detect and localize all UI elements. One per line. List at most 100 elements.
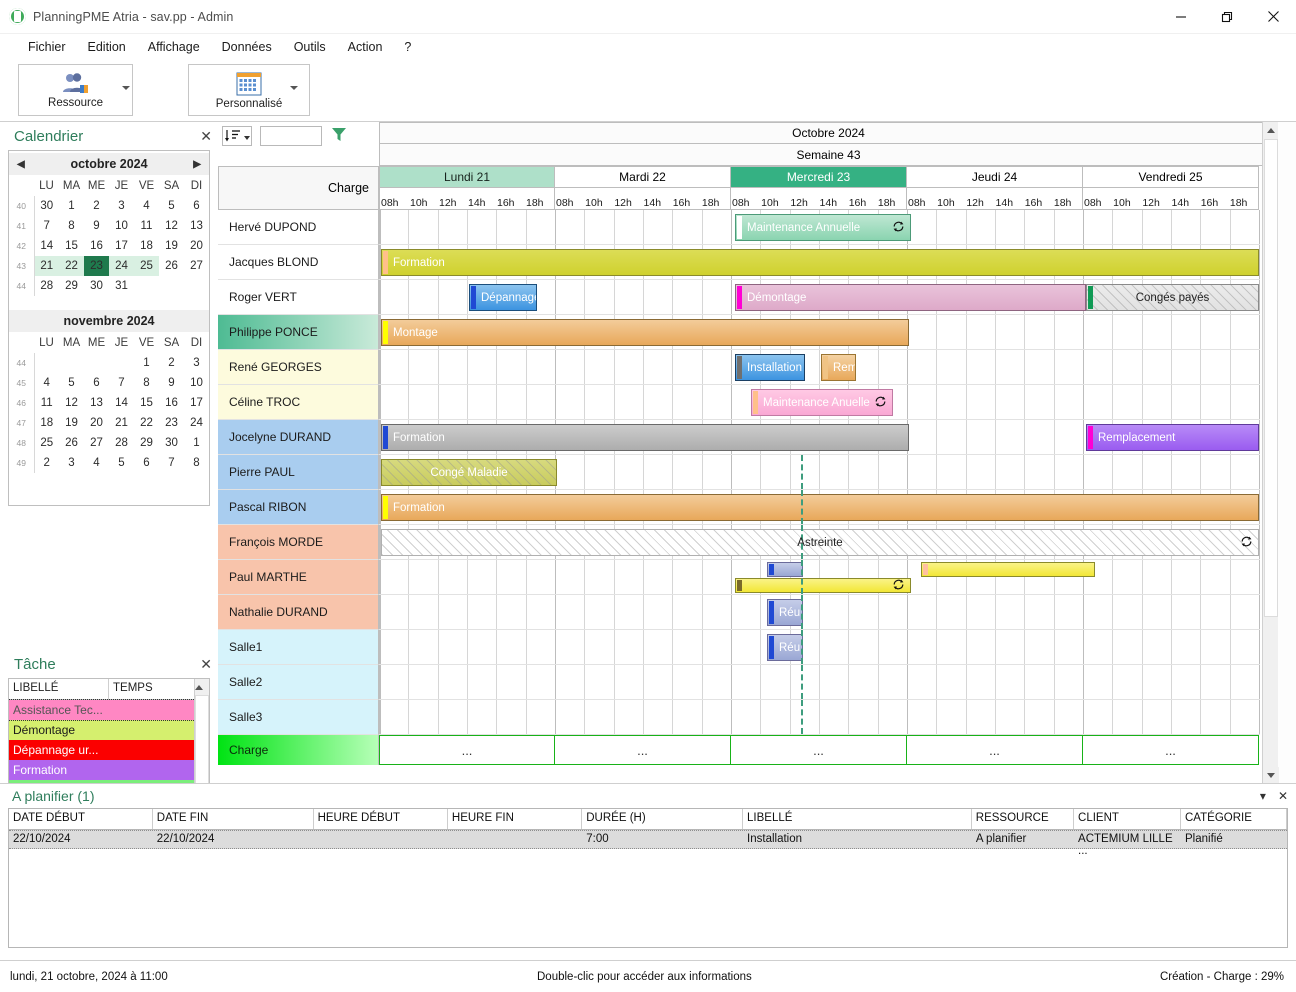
calendar-next-month-icon[interactable]: ▶ bbox=[193, 159, 201, 170]
gantt-scroll-thumb[interactable] bbox=[1264, 139, 1278, 617]
gantt-charge-cell[interactable]: ... bbox=[1083, 735, 1259, 765]
calendar-day-24[interactable]: 24 bbox=[184, 413, 209, 433]
gantt-day-label[interactable]: Lundi 21 bbox=[380, 167, 554, 188]
plan-column-header[interactable]: RESSOURCE bbox=[972, 809, 1074, 829]
plan-column-header[interactable]: HEURE FIN bbox=[448, 809, 582, 829]
calendar-day-9[interactable]: 9 bbox=[159, 373, 184, 393]
calendar-day-13[interactable]: 13 bbox=[84, 393, 109, 413]
gantt-task-bar[interactable]: Maintenance Annuelle bbox=[735, 214, 911, 241]
gantt-row-track[interactable]: Formation bbox=[379, 490, 1260, 525]
calendar-day-21[interactable]: 21 bbox=[34, 256, 59, 276]
calendar-day-2[interactable]: 2 bbox=[84, 196, 109, 216]
calendar-day-30[interactable]: 30 bbox=[34, 196, 59, 216]
plan-column-header[interactable]: CATÉGORIE bbox=[1181, 809, 1287, 829]
plan-column-header[interactable]: DATE DÉBUT bbox=[9, 809, 153, 829]
calendar-day-19[interactable]: 19 bbox=[159, 236, 184, 256]
calendar-day-12[interactable]: 12 bbox=[59, 393, 84, 413]
gantt-resource-name[interactable]: Salle2 bbox=[218, 665, 379, 700]
gantt-task-bar[interactable]: Montage bbox=[381, 319, 909, 346]
gantt-row-track[interactable] bbox=[379, 560, 1260, 595]
calendar-day-3[interactable]: 3 bbox=[184, 353, 209, 373]
calendar-day-12[interactable]: 12 bbox=[159, 216, 184, 236]
calendar-day-16[interactable]: 16 bbox=[84, 236, 109, 256]
calendar-day-30[interactable]: 30 bbox=[84, 276, 109, 296]
gantt-resource-name[interactable]: Nathalie DURAND bbox=[218, 595, 379, 630]
gantt-task-bar[interactable]: Maintenance Anuelle bbox=[751, 389, 893, 416]
gantt-charge-cell[interactable]: ... bbox=[555, 735, 731, 765]
task-list-item[interactable]: Démontage bbox=[9, 720, 209, 740]
calendar-day-3[interactable]: 3 bbox=[59, 453, 84, 473]
calendar-day-5[interactable]: 5 bbox=[59, 373, 84, 393]
plan-column-header[interactable]: CLIENT bbox=[1074, 809, 1181, 829]
gantt-row-track[interactable]: DépannageDémontageCongés payés bbox=[379, 280, 1260, 315]
calendar-day-10[interactable]: 10 bbox=[184, 373, 209, 393]
gantt-resource-name[interactable]: Salle1 bbox=[218, 630, 379, 665]
calendar-day-3[interactable]: 3 bbox=[109, 196, 134, 216]
gantt-resource-name[interactable]: Hervé DUPOND bbox=[218, 210, 379, 245]
calendar-day-4[interactable]: 4 bbox=[34, 373, 59, 393]
gantt-row-track[interactable]: Congé Maladie bbox=[379, 455, 1260, 490]
gantt-row-track[interactable]: Formation bbox=[379, 245, 1260, 280]
plan-column-header[interactable]: HEURE DÉBUT bbox=[314, 809, 448, 829]
calendar-day-2[interactable]: 2 bbox=[159, 353, 184, 373]
calendar-day-15[interactable]: 15 bbox=[59, 236, 84, 256]
gantt-resource-name[interactable]: François MORDE bbox=[218, 525, 379, 560]
view-mode-caret-icon[interactable] bbox=[290, 86, 298, 90]
gantt-row-track[interactable] bbox=[379, 665, 1260, 700]
calendar-day-8[interactable]: 8 bbox=[59, 216, 84, 236]
gantt-row-track[interactable]: Formation Remplacement bbox=[379, 420, 1260, 455]
gantt-resource-name[interactable]: Jocelyne DURAND bbox=[218, 420, 379, 455]
calendar-day-5[interactable]: 5 bbox=[159, 196, 184, 216]
calendar-day-8[interactable]: 8 bbox=[134, 373, 159, 393]
menu-edition[interactable]: Edition bbox=[77, 37, 137, 57]
gantt-task-bar[interactable] bbox=[735, 578, 911, 593]
menu-donnees[interactable]: Données bbox=[211, 37, 283, 57]
gantt-task-bar[interactable]: Formation bbox=[381, 424, 909, 451]
calendar-day-20[interactable]: 20 bbox=[84, 413, 109, 433]
gantt-charge-cell[interactable]: ... bbox=[379, 735, 555, 765]
calendar-day-27[interactable]: 27 bbox=[84, 433, 109, 453]
gantt-resource-name[interactable]: Salle3 bbox=[218, 700, 379, 735]
menu-outils[interactable]: Outils bbox=[283, 37, 337, 57]
gantt-task-bar[interactable]: Congé Maladie bbox=[381, 459, 557, 486]
calendar-prev-month-icon[interactable]: ◀ bbox=[17, 159, 25, 170]
gantt-task-bar[interactable]: Formation bbox=[381, 249, 1259, 276]
gantt-task-bar[interactable]: Rem bbox=[821, 354, 856, 381]
gantt-day-label[interactable]: Mardi 22 bbox=[555, 167, 730, 188]
plan-column-header[interactable]: DATE FIN bbox=[153, 809, 314, 829]
gantt-resource-name[interactable]: Jacques BLOND bbox=[218, 245, 379, 280]
view-mode-button[interactable]: Personnalisé bbox=[188, 64, 310, 116]
calendar-day-24[interactable]: 24 bbox=[109, 256, 134, 276]
calendar-day-19[interactable]: 19 bbox=[59, 413, 84, 433]
gantt-resource-name[interactable]: Pascal RIBON bbox=[218, 490, 379, 525]
gantt-charge-cell[interactable]: ... bbox=[731, 735, 907, 765]
gantt-task-bar[interactable]: Remplacement bbox=[1086, 424, 1259, 451]
calendar-day-1[interactable]: 1 bbox=[184, 433, 209, 453]
calendar-day-13[interactable]: 13 bbox=[184, 216, 209, 236]
calendar-day-7[interactable]: 7 bbox=[159, 453, 184, 473]
calendar-day-22[interactable]: 22 bbox=[59, 256, 84, 276]
calendar-day-7[interactable]: 7 bbox=[109, 373, 134, 393]
ressource-view-button[interactable]: Ressource bbox=[18, 64, 133, 116]
calendar-day-17[interactable]: 17 bbox=[109, 236, 134, 256]
calendar-day-29[interactable]: 29 bbox=[134, 433, 159, 453]
calendar-day-18[interactable]: 18 bbox=[34, 413, 59, 433]
calendar-day-11[interactable]: 11 bbox=[34, 393, 59, 413]
calendar-day-29[interactable]: 29 bbox=[59, 276, 84, 296]
minimize-icon[interactable] bbox=[1158, 0, 1204, 34]
calendar-day-14[interactable]: 14 bbox=[34, 236, 59, 256]
task-panel-close-icon[interactable]: ✕ bbox=[200, 657, 212, 671]
maximize-icon[interactable] bbox=[1204, 0, 1250, 34]
gantt-row-track[interactable]: Montage bbox=[379, 315, 1260, 350]
calendar-day-6[interactable]: 6 bbox=[184, 196, 209, 216]
plan-column-header[interactable]: DURÉE (H) bbox=[582, 809, 743, 829]
gantt-scroll-up-icon[interactable] bbox=[1263, 122, 1278, 138]
calendar-day-7[interactable]: 7 bbox=[34, 216, 59, 236]
menu-fichier[interactable]: Fichier bbox=[17, 37, 77, 57]
ressource-view-caret-icon[interactable] bbox=[122, 86, 130, 90]
calendar-day-16[interactable]: 16 bbox=[159, 393, 184, 413]
calendar-day-22[interactable]: 22 bbox=[134, 413, 159, 433]
task-scroll-up-icon[interactable] bbox=[195, 679, 209, 693]
gantt-task-bar[interactable]: Réu bbox=[767, 599, 803, 626]
calendar-day-21[interactable]: 21 bbox=[109, 413, 134, 433]
